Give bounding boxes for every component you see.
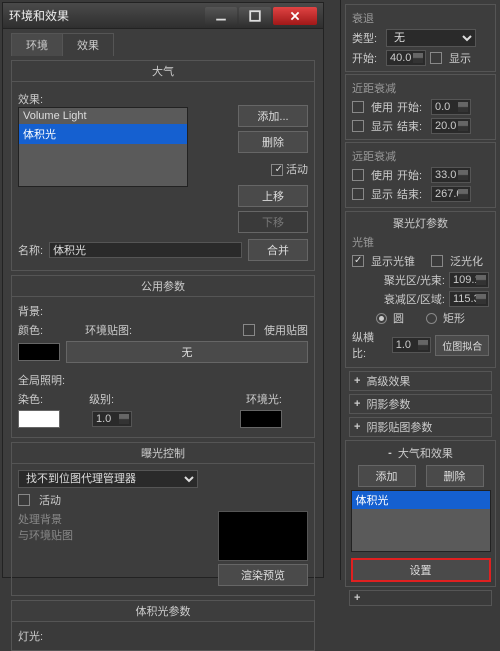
active-checkbox[interactable] <box>271 164 283 176</box>
decay-label: 衰退 <box>352 10 489 26</box>
setup-button[interactable]: 设置 <box>351 558 491 582</box>
delete-button[interactable]: 删除 <box>238 131 308 153</box>
close-button[interactable] <box>273 7 317 25</box>
maximize-button[interactable] <box>239 7 271 25</box>
near-use-checkbox[interactable] <box>352 101 364 113</box>
active-label: 活动 <box>286 164 308 176</box>
list-item[interactable]: 体积光 <box>19 124 187 144</box>
usemap-checkbox[interactable] <box>243 324 255 336</box>
showcone-checkbox[interactable] <box>352 255 364 267</box>
near-show-checkbox[interactable] <box>352 120 364 132</box>
circle-radio[interactable] <box>376 313 387 324</box>
rp-delete-button[interactable]: 删除 <box>426 465 484 487</box>
exp-active-label: 活动 <box>39 492 61 508</box>
tab-effects[interactable]: 效果 <box>62 33 114 56</box>
cone-label: 光锥 <box>352 234 489 250</box>
far-end-spinner[interactable]: 267.0 <box>431 186 471 202</box>
overshoot-checkbox[interactable] <box>431 255 443 267</box>
background-label: 背景: <box>18 303 43 319</box>
exp-active-checkbox[interactable] <box>18 494 30 506</box>
near-label: 近距衰减 <box>352 80 489 96</box>
envmap-button[interactable]: 无 <box>66 341 308 363</box>
rect-radio[interactable] <box>426 313 437 324</box>
near-end-spinner[interactable]: 20.0 <box>431 118 471 134</box>
preview-thumb <box>218 511 308 561</box>
merge-button[interactable]: 合并 <box>248 239 308 261</box>
panel-title-common: 公用参数 <box>12 276 314 297</box>
minimize-button[interactable] <box>205 7 237 25</box>
name-label: 名称: <box>18 242 43 258</box>
move-up-button[interactable]: 上移 <box>238 185 308 207</box>
lights-label: 灯光: <box>18 628 43 644</box>
add-button[interactable]: 添加... <box>238 105 308 127</box>
effects-label: 效果: <box>18 91 43 107</box>
envmap-label: 环境贴图: <box>85 322 132 338</box>
panel-title-vol: 体积光参数 <box>12 601 314 622</box>
level-label: 级别: <box>89 391 114 407</box>
far-show-checkbox[interactable] <box>352 188 364 200</box>
bitmap-fit-button[interactable]: 位图拟合 <box>435 335 489 356</box>
render-preview-button[interactable]: 渲染预览 <box>218 564 308 586</box>
name-input[interactable] <box>49 242 242 258</box>
spot-title: 聚光灯参数 <box>348 215 493 231</box>
tint-label: 染色: <box>18 391 43 407</box>
right-panel: 衰退 类型:无 开始:40.0显示 近距衰减 使用开始:0.0 显示结束:20.… <box>340 0 500 580</box>
panel-title-exposure: 曝光控制 <box>12 443 314 464</box>
decay-show-checkbox[interactable] <box>430 52 442 64</box>
global-label: 全局照明: <box>18 372 65 388</box>
panel-title-atmosphere: 大气 <box>12 61 314 82</box>
collapse-advfx[interactable]: +高级效果 <box>349 371 492 391</box>
decay-type-select[interactable]: 无 <box>386 29 476 47</box>
exposure-select[interactable]: 找不到位图代理管理器 <box>18 470 198 488</box>
falloff-spinner[interactable]: 115.3 <box>449 291 489 307</box>
level-spinner[interactable]: 1.0 <box>92 411 132 427</box>
collapse-shadow[interactable]: +阴影参数 <box>349 394 492 414</box>
collapse-extra[interactable]: + <box>349 590 492 606</box>
collapse-atmosfx[interactable]: -大气和效果 <box>348 444 493 462</box>
rp-add-button[interactable]: 添加 <box>358 465 416 487</box>
decay-start-spinner[interactable]: 40.0 <box>386 50 426 66</box>
far-use-checkbox[interactable] <box>352 169 364 181</box>
list-item[interactable]: Volume Light <box>19 108 187 124</box>
titlebar: 环境和效果 <box>3 3 323 29</box>
move-down-button[interactable]: 下移 <box>238 211 308 233</box>
far-label: 远距衰减 <box>352 148 489 164</box>
near-start-spinner[interactable]: 0.0 <box>431 99 471 115</box>
list-item[interactable]: 体积光 <box>352 491 490 509</box>
window-title: 环境和效果 <box>9 7 203 24</box>
ambient-label: 环境光: <box>246 391 282 407</box>
rp-effects-list[interactable]: 体积光 <box>351 490 491 552</box>
usemap-label: 使用贴图 <box>264 322 308 338</box>
effects-list[interactable]: Volume Light 体积光 <box>18 107 188 187</box>
tab-environment[interactable]: 环境 <box>11 33 63 56</box>
hotspot-spinner[interactable]: 109.1 <box>449 272 489 288</box>
color-label: 颜色: <box>18 322 43 338</box>
far-start-spinner[interactable]: 33.0 <box>431 167 471 183</box>
aspect-spinner[interactable]: 1.0 <box>392 337 432 353</box>
bg-color-swatch[interactable] <box>18 343 60 361</box>
collapse-shadowmap[interactable]: +阴影贴图参数 <box>349 417 492 437</box>
ambient-swatch[interactable] <box>240 410 282 428</box>
tint-swatch[interactable] <box>18 410 60 428</box>
process-label: 处理背景 与环境贴图 <box>18 511 73 543</box>
